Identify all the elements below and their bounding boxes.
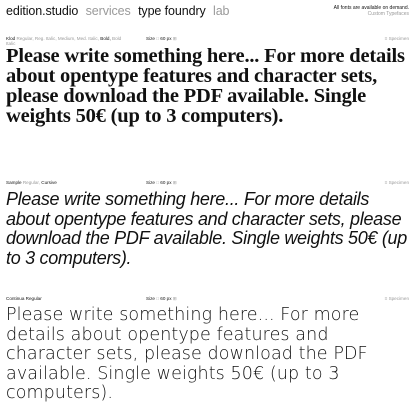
style-selector: Klod Regular, Reg. Italic, Medium, Med. … (6, 36, 126, 46)
availability-notice: All fonts are available on demand. Custo… (334, 5, 409, 17)
size-increase-button[interactable]: ⊞ (173, 180, 177, 185)
style-option[interactable]: Med. Italic, (77, 36, 99, 41)
style-selector: Continua Regular (6, 296, 126, 301)
size-value: 60 px (160, 36, 172, 41)
site-header: edition.studio services type foundry lab… (6, 4, 409, 28)
nav-services[interactable]: services (86, 4, 131, 18)
type-tester-text[interactable]: Please write something here... For more … (6, 189, 409, 268)
specimen-toolbar: Sample Regular, Cursive Size □ 60 px ⊞ ≡… (6, 180, 409, 190)
style-option-selected[interactable]: Bold, (100, 36, 110, 41)
size-label: Size (146, 180, 155, 185)
specimen-toolbar: Continua Regular Size □ 60 px ⊞ ≡ Specim… (6, 296, 409, 306)
size-control: Size □ 60 px ⊞ (146, 36, 177, 41)
size-value: 60 px (160, 180, 172, 185)
specimen-download-link[interactable]: ≡ Specimen (385, 36, 409, 41)
specimen-toolbar: Klod Regular, Reg. Italic, Medium, Med. … (6, 36, 409, 46)
style-option-selected[interactable]: Cursive (41, 180, 57, 185)
size-control: Size □ 60 px ⊞ (146, 180, 177, 185)
style-option[interactable]: Regular, (23, 180, 40, 185)
specimen-sample: Sample Regular, Cursive Size □ 60 px ⊞ ≡… (6, 180, 409, 268)
size-increase-button[interactable]: ⊞ (173, 296, 177, 301)
style-option[interactable]: Medium, (58, 36, 76, 41)
brand-link[interactable]: edition.studio (6, 4, 78, 18)
nav-type-foundry[interactable]: type foundry (138, 4, 206, 18)
size-decrease-button[interactable]: □ (156, 36, 159, 41)
size-value: 60 px (160, 296, 172, 301)
font-name: Sample (6, 180, 22, 185)
nav-lab[interactable]: lab (213, 4, 229, 18)
size-label: Size (146, 36, 155, 41)
type-tester-text[interactable]: Please write something here... For more … (6, 46, 409, 127)
style-option[interactable]: Reg. Italic, (35, 36, 57, 41)
font-name: Continua Regular (6, 296, 42, 301)
specimen-download-link[interactable]: ≡ Specimen (385, 180, 409, 185)
size-decrease-button[interactable]: □ (156, 180, 159, 185)
type-tester-text[interactable]: Please write something here... For more … (6, 305, 409, 404)
main-nav: edition.studio services type foundry lab (6, 4, 233, 18)
size-label: Size (146, 296, 155, 301)
specimen-continua: Continua Regular Size □ 60 px ⊞ ≡ Specim… (6, 296, 409, 404)
size-decrease-button[interactable]: □ (156, 296, 159, 301)
style-selector: Sample Regular, Cursive (6, 180, 126, 185)
style-option[interactable]: Regular, (16, 36, 33, 41)
specimen-download-link[interactable]: ≡ Specimen (385, 296, 409, 301)
custom-typefaces-link[interactable]: Custom Typefaces (334, 11, 409, 17)
specimen-klod: Klod Regular, Reg. Italic, Medium, Med. … (6, 36, 409, 126)
size-increase-button[interactable]: ⊞ (173, 36, 177, 41)
size-control: Size □ 60 px ⊞ (146, 296, 177, 301)
